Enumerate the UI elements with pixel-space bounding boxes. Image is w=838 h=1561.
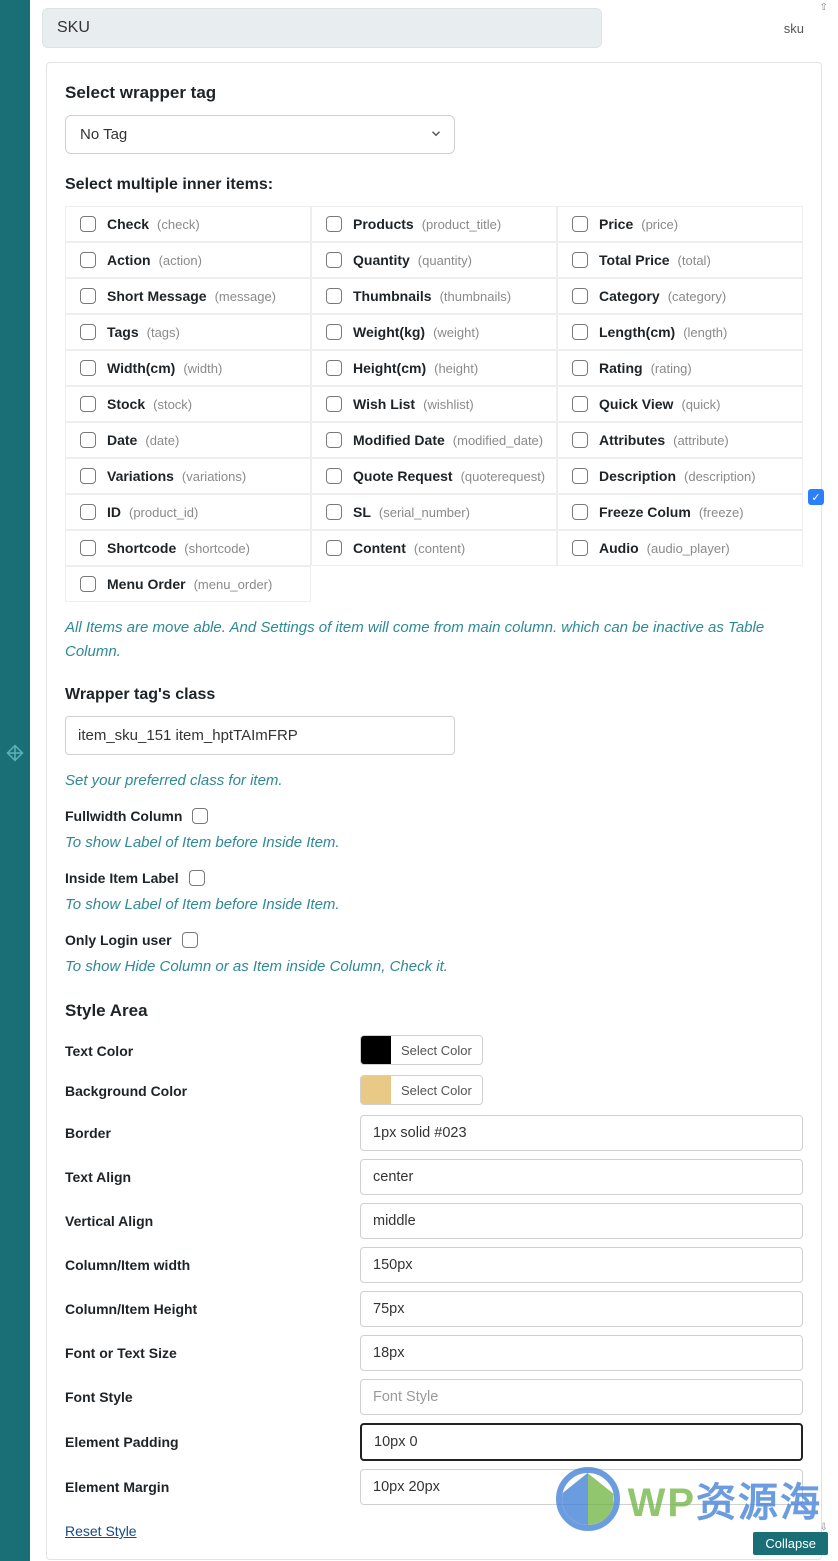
column-title-input[interactable] xyxy=(42,8,602,48)
element-margin-label: Element Margin xyxy=(65,1479,360,1495)
item-category[interactable]: Category(category) xyxy=(557,278,803,314)
wp-logo-icon xyxy=(556,1467,620,1531)
inside-item-label-label: Inside Item Label xyxy=(65,870,179,886)
item-products[interactable]: Products(product_title) xyxy=(311,206,557,242)
watermark-logo: WP资源海 xyxy=(556,1467,822,1531)
item-height[interactable]: Height(cm)(height) xyxy=(311,350,557,386)
inner-items-heading: Select multiple inner items: xyxy=(65,176,803,194)
fullwidth-hint: To show Label of Item before Inside Item… xyxy=(65,831,803,855)
border-label: Border xyxy=(65,1125,360,1141)
item-check[interactable]: Check(check) xyxy=(65,206,311,242)
item-action[interactable]: Action(action) xyxy=(65,242,311,278)
inner-items-hint: All Items are move able. And Settings of… xyxy=(65,616,803,664)
item-short-message[interactable]: Short Message(message) xyxy=(65,278,311,314)
drag-handle-icon[interactable] xyxy=(0,744,30,767)
item-id[interactable]: ID(product_id) xyxy=(65,494,311,530)
wrapper-class-hint: Set your preferred class for item. xyxy=(65,769,803,793)
text-color-label: Text Color xyxy=(65,1043,360,1059)
item-freeze-column[interactable]: Freeze Colum(freeze) xyxy=(557,494,803,530)
fullwidth-checkbox[interactable] xyxy=(192,808,208,824)
reset-style-link[interactable]: Reset Style xyxy=(65,1523,137,1539)
wrapper-tag-heading: Select wrapper tag xyxy=(65,83,803,103)
item-sl[interactable]: SL(serial_number) xyxy=(311,494,557,530)
item-weight[interactable]: Weight(kg)(weight) xyxy=(311,314,557,350)
item-thumbnails[interactable]: Thumbnails(thumbnails) xyxy=(311,278,557,314)
column-height-label: Column/Item Height xyxy=(65,1301,360,1317)
only-login-checkbox[interactable] xyxy=(182,932,198,948)
inner-items-grid: Check(check) Products(product_title) Pri… xyxy=(65,206,803,602)
item-menu-order[interactable]: Menu Order(menu_order) xyxy=(65,566,311,602)
item-length[interactable]: Length(cm)(length) xyxy=(557,314,803,350)
border-input[interactable] xyxy=(360,1115,803,1151)
item-attributes[interactable]: Attributes(attribute) xyxy=(557,422,803,458)
empty-cell xyxy=(311,566,557,602)
item-modified-date[interactable]: Modified Date(modified_date) xyxy=(311,422,557,458)
item-quick-view[interactable]: Quick View(quick) xyxy=(557,386,803,422)
font-style-label: Font Style xyxy=(65,1389,360,1405)
wrapper-class-input[interactable] xyxy=(65,716,455,755)
vertical-align-label: Vertical Align xyxy=(65,1213,360,1229)
text-color-picker[interactable]: Select Color xyxy=(360,1035,483,1065)
item-date[interactable]: Date(date) xyxy=(65,422,311,458)
item-total-price[interactable]: Total Price(total) xyxy=(557,242,803,278)
item-width[interactable]: Width(cm)(width) xyxy=(65,350,311,386)
item-description[interactable]: Description(description) xyxy=(557,458,803,494)
color-swatch-icon xyxy=(361,1076,391,1104)
inside-item-label-checkbox[interactable] xyxy=(189,870,205,886)
only-login-label: Only Login user xyxy=(65,932,172,948)
bg-color-label: Background Color xyxy=(65,1083,360,1099)
column-height-input[interactable] xyxy=(360,1291,803,1327)
collapse-button[interactable]: Collapse xyxy=(753,1532,828,1555)
element-padding-input[interactable] xyxy=(360,1423,803,1461)
item-shortcode[interactable]: Shortcode(shortcode) xyxy=(65,530,311,566)
column-width-label: Column/Item width xyxy=(65,1257,360,1273)
inside-item-label-hint: To show Label of Item before Inside Item… xyxy=(65,893,803,917)
only-login-hint: To show Hide Column or as Item inside Co… xyxy=(65,955,803,979)
text-align-label: Text Align xyxy=(65,1169,360,1185)
item-quote-request[interactable]: Quote Request(quoterequest) xyxy=(311,458,557,494)
font-size-label: Font or Text Size xyxy=(65,1345,360,1361)
vertical-align-input[interactable] xyxy=(360,1203,803,1239)
item-wish-list[interactable]: Wish List(wishlist) xyxy=(311,386,557,422)
font-style-input[interactable] xyxy=(360,1379,803,1415)
item-tags[interactable]: Tags(tags) xyxy=(65,314,311,350)
item-quantity[interactable]: Quantity(quantity) xyxy=(311,242,557,278)
wrapper-tag-select[interactable]: No Tag xyxy=(65,115,455,154)
style-area-heading: Style Area xyxy=(65,1001,803,1021)
text-align-input[interactable] xyxy=(360,1159,803,1195)
item-variations[interactable]: Variations(variations) xyxy=(65,458,311,494)
status-checkmark-icon: ✓ xyxy=(808,489,824,505)
scroll-up-arrow: ⇧ xyxy=(820,2,828,13)
bg-color-picker[interactable]: Select Color xyxy=(360,1075,483,1105)
column-slug-label: sku xyxy=(784,21,826,36)
item-price[interactable]: Price(price) xyxy=(557,206,803,242)
empty-cell xyxy=(557,566,803,602)
item-audio[interactable]: Audio(audio_player) xyxy=(557,530,803,566)
settings-panel: Select wrapper tag No Tag Select multipl… xyxy=(46,62,822,1560)
item-stock[interactable]: Stock(stock) xyxy=(65,386,311,422)
column-width-input[interactable] xyxy=(360,1247,803,1283)
item-content[interactable]: Content(content) xyxy=(311,530,557,566)
fullwidth-label: Fullwidth Column xyxy=(65,808,182,824)
color-swatch-icon xyxy=(361,1036,391,1064)
wrapper-class-heading: Wrapper tag's class xyxy=(65,686,803,704)
font-size-input[interactable] xyxy=(360,1335,803,1371)
item-rating[interactable]: Rating(rating) xyxy=(557,350,803,386)
element-padding-label: Element Padding xyxy=(65,1434,360,1450)
